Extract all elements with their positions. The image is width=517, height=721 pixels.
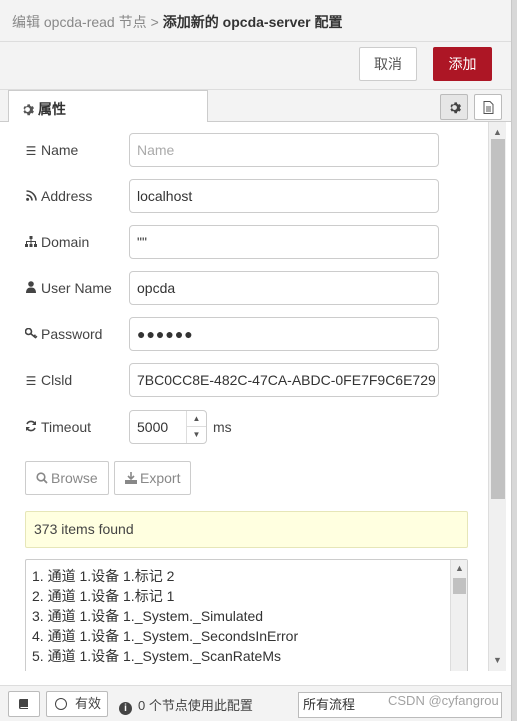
description-tab-button[interactable]: [474, 94, 502, 120]
key-icon: [24, 327, 38, 342]
address-row: Address localhost: [8, 179, 448, 213]
list-item[interactable]: 2. 通道 1.设备 1.标记 1: [32, 586, 174, 606]
browse-button[interactable]: Browse: [25, 461, 109, 495]
domain-row: Domain "": [8, 225, 448, 259]
dialog-header: 编辑 opcda-read 节点 > 添加新的 opcda-server 配置: [0, 0, 511, 42]
items-found-message: 373 items found: [25, 511, 468, 548]
list-item[interactable]: 4. 通道 1.设备 1._System._SecondsInError: [32, 626, 298, 646]
timeout-stepper[interactable]: 5000 ▲ ▼: [129, 410, 207, 444]
password-row: Password ●●●●●●: [8, 317, 448, 351]
scroll-down-arrow[interactable]: ▼: [489, 652, 506, 668]
tab-bar: 属性: [0, 90, 511, 123]
clsid-input[interactable]: 7BC0CC8E-482C-47CA-ABDC-0FE7F9C6E729: [129, 363, 439, 397]
clsid-label: ☰ Clsld: [25, 372, 73, 388]
breadcrumb-parent[interactable]: 编辑 opcda-read 节点: [12, 14, 147, 30]
timeout-label: Timeout: [24, 419, 91, 435]
timeout-value[interactable]: 5000: [137, 419, 168, 435]
refresh-icon: [24, 420, 38, 435]
list-icon: ☰: [25, 144, 37, 158]
increment-button[interactable]: ▲: [187, 411, 206, 427]
address-input[interactable]: localhost: [129, 179, 439, 213]
rss-icon: [24, 190, 38, 204]
name-input[interactable]: Name: [129, 133, 439, 167]
password-input[interactable]: ●●●●●●: [129, 317, 439, 351]
list-scrollbar[interactable]: ▲: [450, 560, 467, 671]
enabled-toggle[interactable]: 有效: [46, 691, 108, 717]
user-icon: [24, 281, 38, 296]
search-icon: [36, 470, 51, 486]
timeout-stepper-buttons: ▲ ▼: [186, 411, 206, 443]
clsid-row: ☰ Clsld 7BC0CC8E-482C-47CA-ABDC-0FE7F9C6E…: [8, 363, 448, 397]
book-icon: [18, 699, 28, 709]
help-button[interactable]: [8, 691, 40, 717]
window-edge: [511, 0, 517, 721]
toggle-circle-icon: [55, 698, 67, 710]
name-label: ☰ Name: [25, 142, 79, 158]
gear-icon: [23, 104, 34, 116]
list-scroll-thumb[interactable]: [453, 578, 466, 594]
list-icon: ☰: [25, 374, 37, 388]
name-row: ☰ Name Name: [8, 133, 448, 167]
browse-label: Browse: [51, 470, 98, 486]
decrement-button[interactable]: ▼: [187, 427, 206, 443]
timeout-row: Timeout 5000 ▲ ▼ ms: [8, 410, 448, 444]
panel-scrollbar[interactable]: ▲ ▼: [488, 122, 506, 671]
export-label: Export: [140, 470, 181, 486]
list-item[interactable]: 3. 通道 1.设备 1._System._Simulated: [32, 606, 263, 626]
button-bar: 取消 添加: [0, 42, 511, 90]
usage-info: i0 个节点使用此配置: [119, 695, 253, 715]
timeout-unit: ms: [213, 419, 232, 435]
domain-label: Domain: [24, 234, 89, 250]
download-icon: [125, 470, 140, 486]
sitemap-icon: [24, 236, 38, 250]
list-item[interactable]: 5. 通道 1.设备 1._System._ScanRateMs: [32, 646, 281, 666]
list-item[interactable]: 1. 通道 1.设备 1.标记 2: [32, 566, 174, 586]
username-row: User Name opcda: [8, 271, 448, 305]
panel-scroll-thumb[interactable]: [491, 139, 505, 499]
domain-input[interactable]: "": [129, 225, 439, 259]
properties-panel: ☰ Name Name Address localhost Domain "" U…: [8, 122, 488, 671]
info-icon: i: [119, 702, 132, 715]
breadcrumb-current: 添加新的 opcda-server 配置: [162, 14, 343, 30]
breadcrumb-separator: >: [150, 14, 159, 30]
username-input[interactable]: opcda: [129, 271, 439, 305]
add-button[interactable]: 添加: [433, 47, 492, 81]
scroll-up-arrow[interactable]: ▲: [451, 560, 468, 576]
tab-properties-label: 属性: [38, 101, 66, 117]
enabled-label: 有效: [75, 696, 102, 711]
file-text-icon: [483, 100, 493, 114]
gear-icon: [449, 101, 461, 113]
items-list[interactable]: 1. 通道 1.设备 1.标记 2 2. 通道 1.设备 1.标记 1 3. 通…: [25, 559, 468, 671]
export-button[interactable]: Export: [114, 461, 192, 495]
address-label: Address: [24, 188, 92, 204]
username-label: User Name: [24, 280, 112, 296]
cancel-button[interactable]: 取消: [359, 47, 417, 81]
watermark: CSDN @cyfangrou: [388, 693, 499, 708]
password-label: Password: [24, 326, 102, 342]
tab-properties[interactable]: 属性: [8, 90, 208, 123]
scroll-up-arrow[interactable]: ▲: [489, 124, 506, 140]
settings-tab-button[interactable]: [440, 94, 468, 120]
